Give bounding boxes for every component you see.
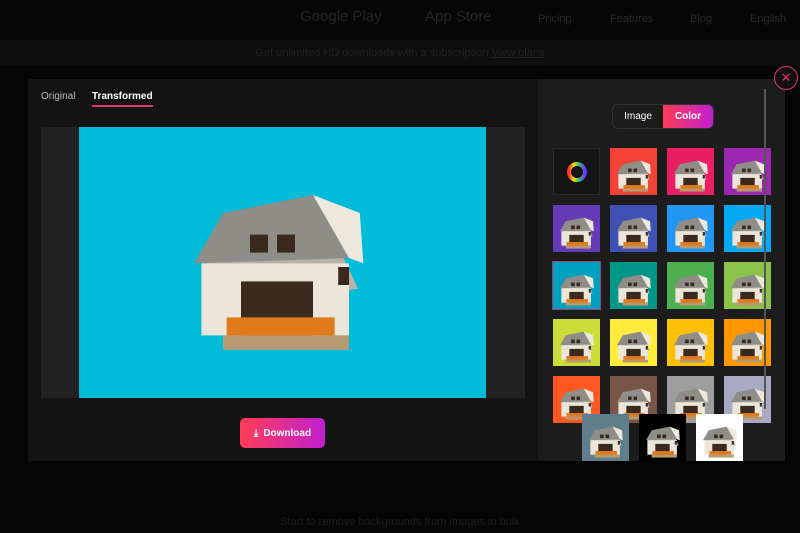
image-option[interactable]: Image: [613, 105, 663, 128]
scrollbar[interactable]: [764, 89, 766, 409]
swatch-grid: [538, 79, 785, 461]
mode-toggle: Image Color: [612, 104, 714, 129]
house-thumbnail: [673, 274, 708, 306]
color-swatch[interactable]: [610, 319, 657, 366]
house-thumbnail: [616, 160, 651, 192]
house-thumbnail: [559, 331, 594, 363]
download-label: Download: [263, 427, 312, 439]
house-thumbnail: [730, 217, 765, 249]
house-thumbnail: [616, 274, 651, 306]
color-swatch[interactable]: [610, 148, 657, 195]
color-option[interactable]: Color: [663, 105, 713, 128]
color-swatch[interactable]: [667, 148, 714, 195]
nav-pricing[interactable]: Pricing: [538, 13, 572, 25]
tab-original[interactable]: Original: [41, 91, 75, 102]
house-thumbnail: [730, 331, 765, 363]
nav-blog[interactable]: Blog: [690, 13, 712, 25]
color-swatch[interactable]: [610, 262, 657, 309]
google-play-link[interactable]: Google Play: [300, 8, 382, 25]
house-thumbnail: [673, 331, 708, 363]
tab-transformed[interactable]: Transformed: [92, 91, 153, 107]
color-swatch[interactable]: [696, 414, 743, 461]
house-image: [194, 195, 364, 350]
preview-image: [79, 127, 486, 398]
background-options-panel: Image Color: [538, 79, 785, 461]
banner-text: Get unlimited HD downloads with a subscr…: [255, 47, 489, 59]
color-swatch[interactable]: [553, 319, 600, 366]
background-editor-modal: Original Transformed ⤓ Download Image Co…: [28, 79, 785, 461]
download-button[interactable]: ⤓ Download: [240, 418, 325, 448]
preview-panel: Original Transformed ⤓ Download: [28, 79, 538, 461]
color-swatch[interactable]: [667, 262, 714, 309]
house-thumbnail: [559, 217, 594, 249]
bottom-text: Start to remove backgrounds from images …: [280, 516, 520, 528]
house-thumbnail: [730, 274, 765, 306]
top-nav: Google Play App Store Pricing Features B…: [0, 0, 800, 40]
color-swatch[interactable]: [553, 205, 600, 252]
banner-link[interactable]: View plans: [492, 47, 545, 59]
house-thumbnail: [588, 426, 623, 458]
house-thumbnail: [730, 160, 765, 192]
house-thumbnail: [673, 217, 708, 249]
house-thumbnail: [559, 274, 594, 306]
color-swatch[interactable]: [582, 414, 629, 461]
nav-language[interactable]: English: [750, 13, 786, 25]
color-swatch[interactable]: [610, 205, 657, 252]
close-button[interactable]: ✕: [774, 66, 798, 90]
house-thumbnail: [616, 331, 651, 363]
color-swatch[interactable]: [639, 414, 686, 461]
color-picker-button[interactable]: [553, 148, 600, 195]
color-swatch[interactable]: [552, 261, 601, 310]
image-area: [41, 127, 525, 398]
color-swatch[interactable]: [667, 319, 714, 366]
color-wheel-icon: [566, 161, 587, 182]
house-thumbnail: [645, 426, 680, 458]
download-icon: ⤓: [253, 427, 259, 439]
nav-features[interactable]: Features: [610, 13, 653, 25]
house-thumbnail: [673, 160, 708, 192]
color-swatch[interactable]: [667, 205, 714, 252]
promo-banner: Get unlimited HD downloads with a subscr…: [0, 40, 800, 66]
app-store-link[interactable]: App Store: [425, 8, 492, 25]
house-thumbnail: [702, 426, 737, 458]
house-thumbnail: [616, 217, 651, 249]
